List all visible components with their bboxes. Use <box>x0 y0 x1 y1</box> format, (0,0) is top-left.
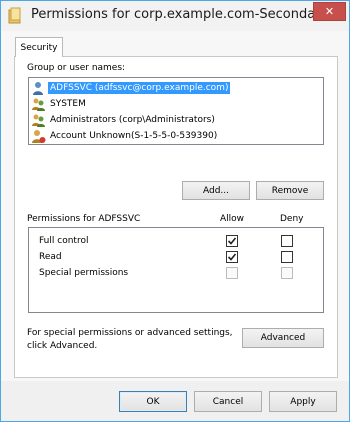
list-item[interactable]: ADFSSVC (adfssvc@corp.example.com) <box>31 80 323 96</box>
list-item-label: Account Unknown(S-1-5-5-0-539390) <box>50 131 218 141</box>
full-control-deny-checkbox[interactable] <box>281 235 293 247</box>
permission-row: Full control <box>39 234 88 248</box>
ok-button[interactable]: OK <box>119 391 187 412</box>
users-group-icon <box>32 114 45 127</box>
list-item-label: ADFSSVC (adfssvc@corp.example.com) <box>48 82 231 94</box>
list-item-label: Administrators (corp\Administrators) <box>50 115 215 125</box>
permission-row: Special permissions <box>39 266 128 280</box>
apply-button[interactable]: Apply <box>269 391 337 412</box>
allow-column-header: Allow <box>220 214 245 224</box>
add-button[interactable]: Add... <box>182 181 250 200</box>
group-names-label: Group or user names: <box>27 63 126 73</box>
permission-row: Read <box>39 250 62 264</box>
folder-icon <box>8 7 21 24</box>
read-deny-checkbox[interactable] <box>281 251 293 263</box>
read-allow-checkbox[interactable] <box>226 251 238 263</box>
permission-label: Special permissions <box>39 268 129 278</box>
list-item-label: SYSTEM <box>50 99 86 109</box>
permissions-label: Permissions for ADFSSVC <box>27 214 141 224</box>
full-control-allow-checkbox[interactable] <box>226 235 238 247</box>
advanced-help-text: For special permissions or advanced sett… <box>27 328 233 338</box>
list-item[interactable]: SYSTEM <box>31 96 323 112</box>
close-button[interactable]: ✕ <box>313 2 346 21</box>
list-item[interactable]: Account Unknown(S-1-5-5-0-539390) <box>31 128 323 144</box>
cancel-button[interactable]: Cancel <box>194 391 262 412</box>
permissions-list: Full control Read Special permissions <box>28 227 324 313</box>
deny-column-header: Deny <box>280 214 304 224</box>
user-icon <box>33 81 43 95</box>
checkmark-icon <box>227 253 237 261</box>
list-item[interactable]: Administrators (corp\Administrators) <box>31 112 323 128</box>
permissions-dialog: Permissions for corp.example.com-Seconda… <box>0 0 350 422</box>
remove-button[interactable]: Remove <box>256 181 324 200</box>
window-title: Permissions for corp.example.com-Seconda… <box>31 7 313 22</box>
checkmark-icon <box>227 237 237 245</box>
advanced-button[interactable]: Advanced <box>242 328 324 348</box>
special-permissions-deny-checkbox[interactable] <box>281 267 293 279</box>
tab-security[interactable]: Security <box>15 37 63 57</box>
title-bar[interactable]: Permissions for corp.example.com-Seconda… <box>1 1 349 31</box>
unknown-user-icon <box>32 129 46 143</box>
special-permissions-allow-checkbox[interactable] <box>226 267 238 279</box>
close-icon: ✕ <box>324 5 335 18</box>
group-user-list[interactable]: ADFSSVC (adfssvc@corp.example.com) SYSTE… <box>28 77 324 145</box>
users-group-icon <box>32 98 45 111</box>
advanced-help-text-2: click Advanced. <box>27 341 98 351</box>
permission-label: Full control <box>39 236 89 246</box>
permission-label: Read <box>39 252 62 262</box>
